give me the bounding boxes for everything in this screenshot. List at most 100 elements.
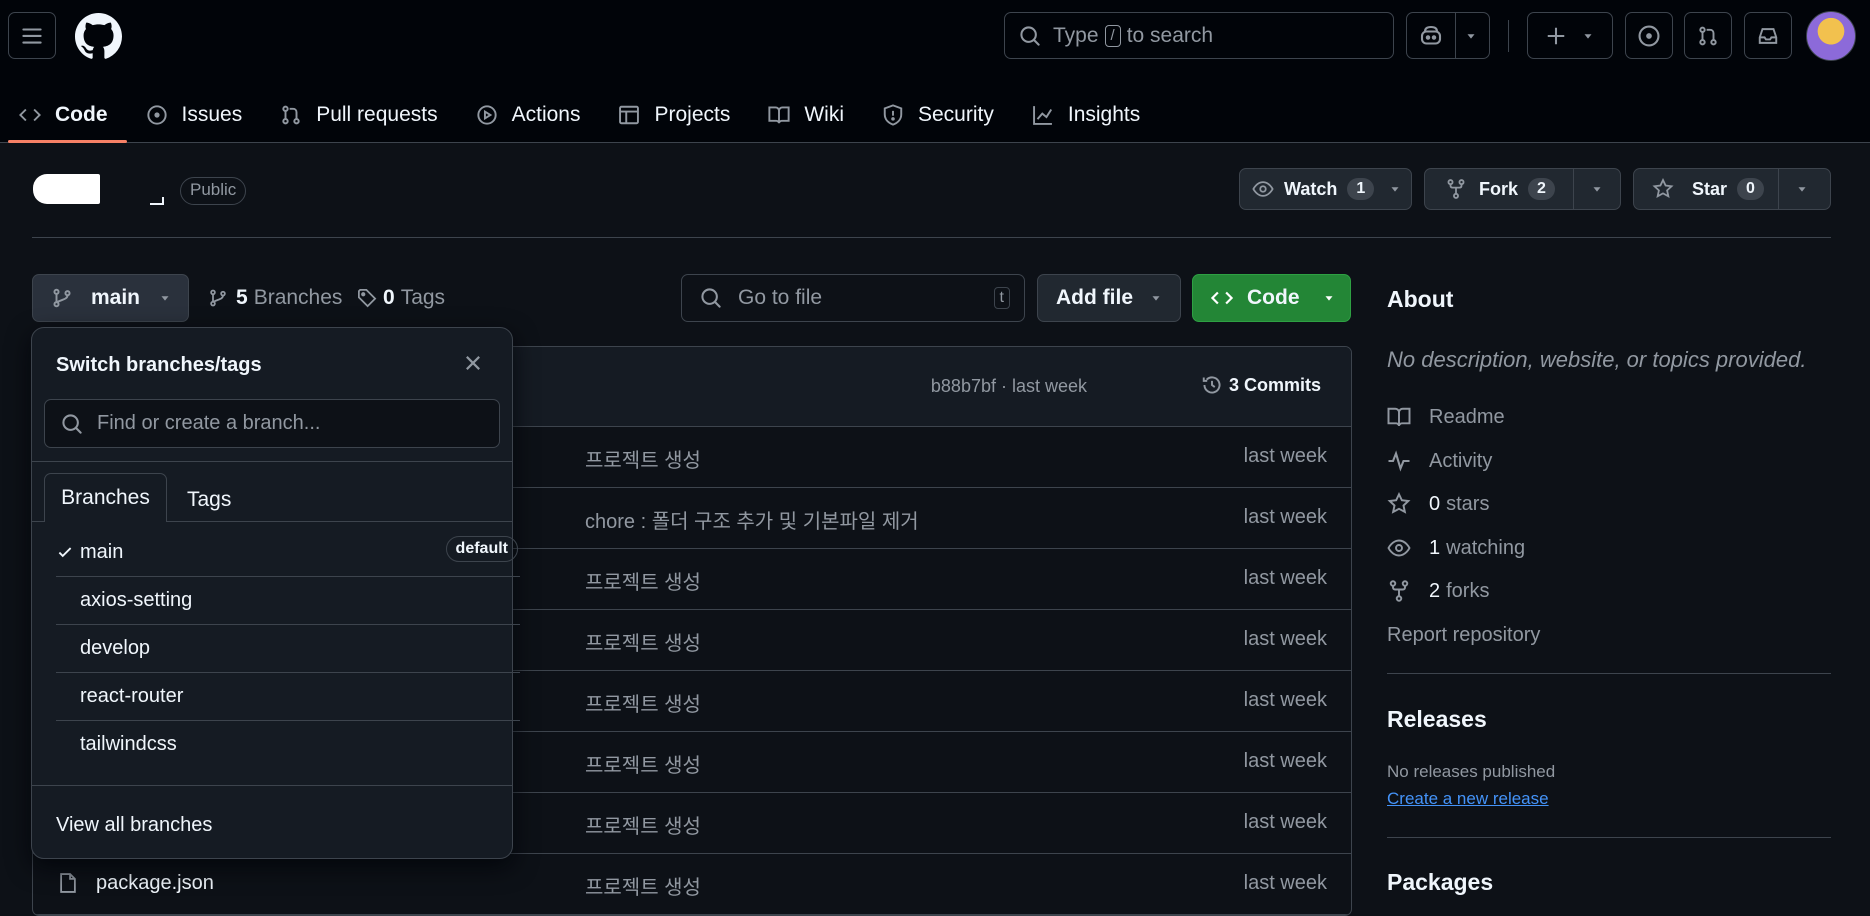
- commit-hash[interactable]: b88b7bf · last week: [931, 376, 1087, 397]
- report-repository-link[interactable]: Report repository: [1387, 624, 1540, 647]
- tab-tags[interactable]: Tags: [187, 488, 231, 512]
- tab-branches-label: Branches: [61, 486, 150, 509]
- tab-label: Wiki: [804, 102, 844, 126]
- repo-name[interactable]: [150, 197, 164, 205]
- avatar[interactable]: [1806, 11, 1856, 61]
- commit-message[interactable]: 프로젝트 생성: [585, 810, 701, 839]
- fork-button[interactable]: Fork 2: [1424, 168, 1621, 210]
- tab-projects[interactable]: Projects: [599, 86, 749, 143]
- tag-icon: [357, 288, 377, 308]
- watch-button[interactable]: Watch 1: [1239, 168, 1412, 210]
- branch-item[interactable]: axios-setting: [56, 577, 520, 625]
- global-search[interactable]: Type / to search: [1004, 12, 1394, 59]
- branch-item[interactable]: develop: [56, 625, 520, 673]
- code-icon: [19, 104, 41, 126]
- commit-message[interactable]: 프로젝트 생성: [585, 871, 701, 900]
- watching-link[interactable]: 1 watching: [1387, 536, 1525, 560]
- hamburger-icon: [21, 25, 43, 47]
- tab-security[interactable]: Security: [863, 86, 1013, 143]
- commit-message[interactable]: chore : 폴더 구조 추가 및 기본파일 제거: [585, 505, 919, 534]
- pull-request-icon: [280, 104, 302, 126]
- github-logo[interactable]: [75, 13, 122, 65]
- issues-button[interactable]: [1625, 12, 1673, 59]
- search-text-pre: Type: [1053, 23, 1099, 47]
- commit-date: last week: [1243, 811, 1327, 833]
- branches-link[interactable]: 5 Branches: [208, 286, 342, 310]
- tab-branches[interactable]: Branches: [44, 473, 167, 522]
- create-new-button[interactable]: [1527, 12, 1613, 59]
- inbox-button[interactable]: [1744, 12, 1792, 59]
- forks-label: forks: [1446, 579, 1490, 602]
- pulse-icon: [1387, 449, 1411, 473]
- copilot-icon: [1419, 24, 1443, 48]
- commit-message[interactable]: 프로젝트 생성: [585, 444, 701, 473]
- close-button[interactable]: [462, 352, 484, 374]
- chevron-down-icon[interactable]: [1464, 29, 1478, 43]
- commit-message[interactable]: 프로젝트 생성: [585, 749, 701, 778]
- branch-item[interactable]: tailwindcss: [56, 721, 520, 769]
- commit-date: last week: [1243, 445, 1327, 467]
- add-file-button[interactable]: Add file: [1037, 274, 1181, 322]
- search-icon: [1019, 25, 1041, 47]
- branch-item[interactable]: main default: [56, 529, 520, 577]
- tab-pull-requests[interactable]: Pull requests: [261, 86, 456, 143]
- stars-link[interactable]: 0 stars: [1387, 492, 1489, 516]
- tab-issues[interactable]: Issues: [127, 86, 262, 143]
- file-row[interactable]: package.json 프로젝트 생성 last week: [33, 854, 1351, 915]
- go-to-file-input[interactable]: Go to file t: [681, 274, 1025, 322]
- star-button[interactable]: Star 0: [1633, 168, 1831, 210]
- packages-title[interactable]: Packages: [1387, 869, 1493, 896]
- menu-button[interactable]: [8, 12, 56, 59]
- branch-item[interactable]: react-router: [56, 673, 520, 721]
- code-button[interactable]: Code: [1192, 274, 1351, 322]
- commit-message[interactable]: 프로젝트 생성: [585, 627, 701, 656]
- commit-message[interactable]: 프로젝트 생성: [585, 688, 701, 717]
- tab-insights[interactable]: Insights: [1013, 86, 1159, 143]
- star-label: Star: [1692, 178, 1728, 199]
- fork-count: 2: [1528, 178, 1555, 200]
- readme-link[interactable]: Readme: [1387, 405, 1505, 429]
- tab-code[interactable]: Code: [0, 86, 127, 143]
- commits-link[interactable]: 3 Commits: [1201, 374, 1321, 396]
- tags-label: Tags: [400, 286, 446, 309]
- file-name[interactable]: package.json: [96, 872, 214, 895]
- commit-date: last week: [1243, 872, 1327, 894]
- tab-wiki[interactable]: Wiki: [749, 86, 863, 143]
- repo-nav-tabs: Code Issues Pull requests Actions Projects Wi…: [0, 86, 1159, 143]
- star-icon: [1387, 492, 1411, 516]
- branch-select-button[interactable]: main: [32, 274, 189, 322]
- tab-label: Security: [918, 102, 994, 126]
- search-icon: [700, 287, 722, 309]
- branch-filter-input[interactable]: Find or create a branch...: [44, 399, 500, 448]
- branch-item-name: main: [80, 541, 124, 563]
- book-icon: [768, 104, 790, 126]
- commit-date: last week: [1243, 628, 1327, 650]
- view-all-branches-link[interactable]: View all branches: [56, 814, 212, 837]
- no-releases-text: No releases published: [1387, 762, 1556, 781]
- tab-actions[interactable]: Actions: [457, 86, 600, 143]
- branches-count: 5: [236, 286, 248, 309]
- copilot-button[interactable]: [1406, 12, 1490, 59]
- about-title: About: [1387, 286, 1454, 312]
- create-release-link[interactable]: Create a new release: [1387, 789, 1549, 809]
- tab-label: Pull requests: [316, 102, 438, 126]
- dropdown-title: Switch branches/tags: [56, 354, 262, 376]
- pull-requests-button[interactable]: [1684, 12, 1732, 59]
- forks-link[interactable]: 2 forks: [1387, 579, 1489, 603]
- about-description: No description, website, or topics provi…: [1387, 347, 1807, 372]
- releases-title[interactable]: Releases: [1387, 706, 1487, 733]
- commit-message[interactable]: 프로젝트 생성: [585, 566, 701, 595]
- chevron-down-icon[interactable]: [1795, 182, 1809, 196]
- fork-icon: [1445, 178, 1467, 200]
- chevron-down-icon[interactable]: [1590, 182, 1604, 196]
- tags-link[interactable]: 0 Tags: [357, 286, 445, 310]
- shield-icon: [882, 103, 904, 126]
- branch-icon: [208, 288, 228, 308]
- search-icon: [61, 413, 83, 435]
- watching-label: watching: [1446, 536, 1526, 559]
- issue-icon: [146, 104, 168, 126]
- activity-link[interactable]: Activity: [1387, 449, 1492, 473]
- branch-icon: [51, 287, 73, 309]
- repo-header-divider: [32, 237, 1831, 238]
- activity-label: Activity: [1429, 449, 1493, 472]
